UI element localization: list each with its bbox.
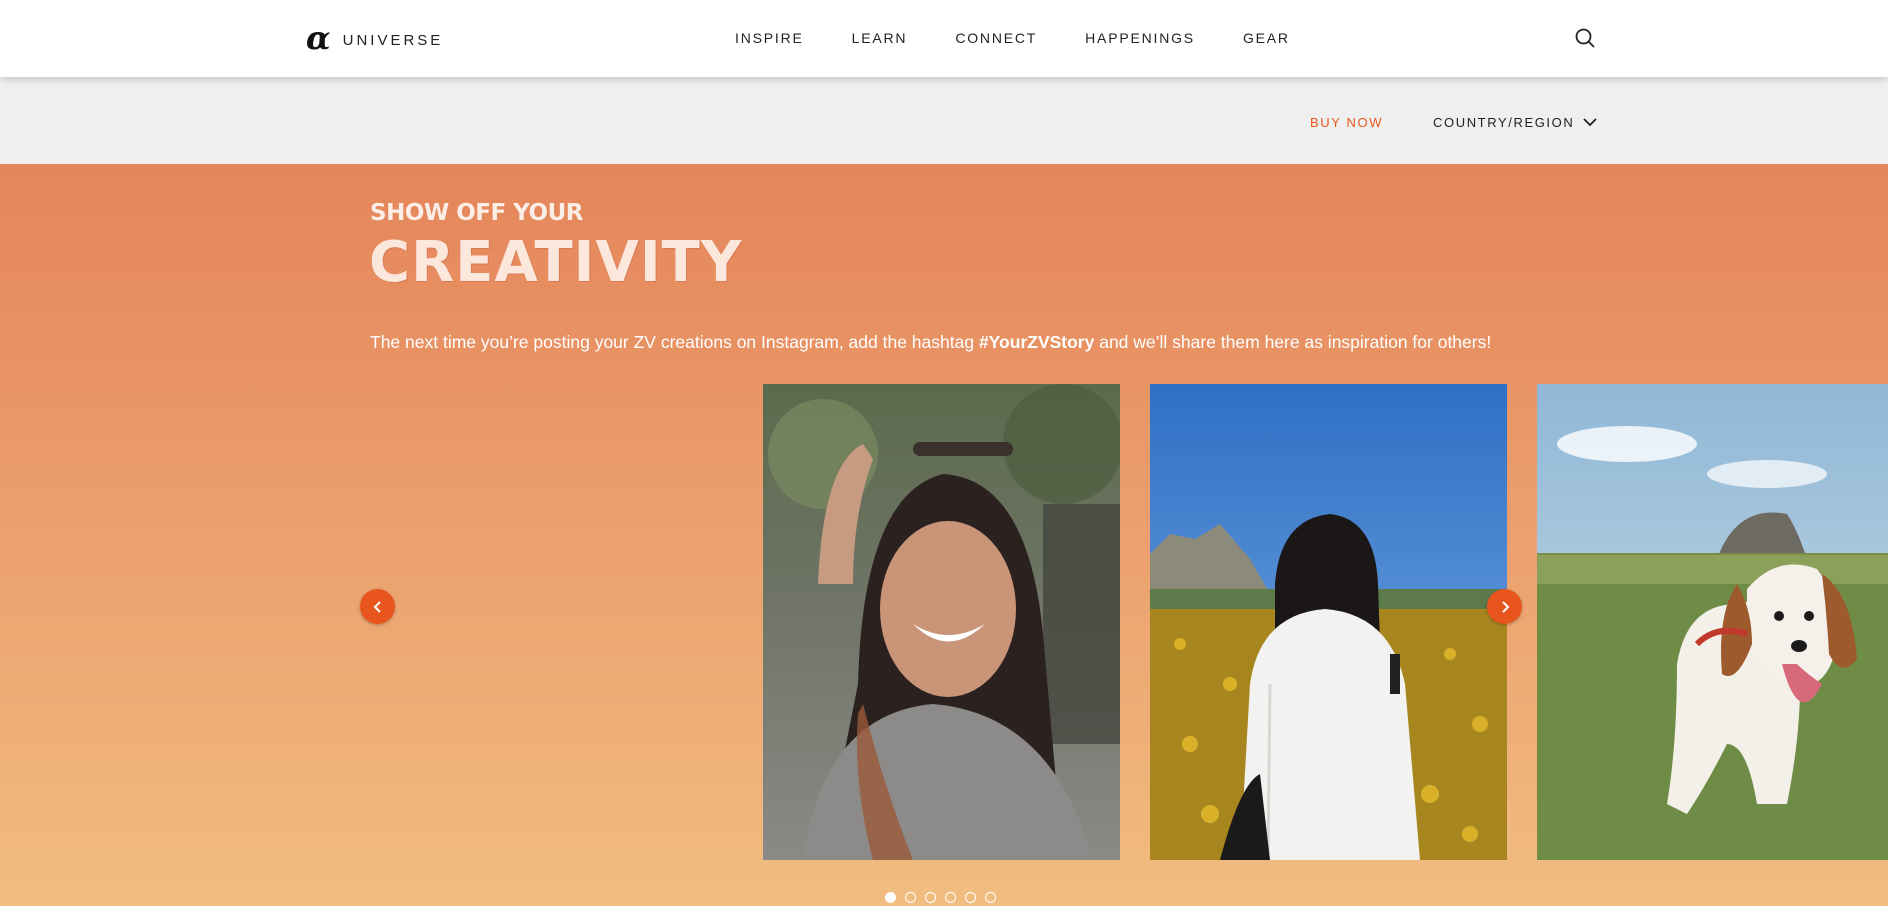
country-region-label: COUNTRY/REGION [1433, 115, 1575, 130]
hero-description-after: and we’ll share them here as inspiration… [1094, 332, 1492, 352]
alpha-logo-mark: α [306, 19, 331, 57]
nav-link-inspire[interactable]: INSPIRE [735, 30, 804, 46]
carousel-card-dog[interactable] [1537, 384, 1888, 860]
nav-link-learn[interactable]: LEARN [852, 30, 908, 46]
hero-description: The next time you’re posting your ZV cre… [370, 332, 1491, 353]
hero-description-before: The next time you’re posting your ZV cre… [370, 332, 979, 352]
sub-navigation: BUY NOW COUNTRY/REGION [0, 77, 1888, 164]
search-icon[interactable] [1573, 26, 1597, 50]
chevron-right-icon [1501, 600, 1509, 613]
alpha-universe-logo[interactable]: α UNIVERSE [306, 19, 444, 57]
carousel-dot-1[interactable] [885, 892, 896, 903]
hero-headline: CREATIVITY [369, 230, 743, 295]
nav-link-connect[interactable]: CONNECT [955, 30, 1037, 46]
logo-text: UNIVERSE [342, 31, 444, 49]
main-nav: INSPIRE LEARN CONNECT HAPPENINGS GEAR [735, 30, 1290, 46]
carousel-card-portrait[interactable] [763, 384, 1120, 860]
carousel-dot-6[interactable] [985, 892, 996, 903]
hero-section: SHOW OFF YOUR CREATIVITY The next time y… [0, 164, 1888, 906]
chevron-down-icon [1583, 118, 1597, 127]
top-navigation: α UNIVERSE INSPIRE LEARN CONNECT HAPPENI… [0, 0, 1888, 77]
portrait-image [763, 384, 1120, 860]
buy-now-link[interactable]: BUY NOW [1310, 115, 1383, 130]
hashtag: #YourZVStory [978, 332, 1095, 352]
nav-link-happenings[interactable]: HAPPENINGS [1085, 30, 1195, 46]
carousel-pagination [885, 892, 996, 903]
nav-link-gear[interactable]: GEAR [1243, 30, 1290, 46]
carousel-dot-3[interactable] [925, 892, 936, 903]
hero-kicker: SHOW OFF YOUR [370, 200, 584, 226]
dog-image [1537, 384, 1888, 860]
country-region-dropdown[interactable]: COUNTRY/REGION [1433, 115, 1597, 130]
field-image [1150, 384, 1507, 860]
chevron-left-icon [373, 600, 381, 613]
carousel-dot-2[interactable] [905, 892, 916, 903]
carousel-dot-4[interactable] [945, 892, 956, 903]
carousel-card-field[interactable] [1150, 384, 1507, 860]
carousel-next-button[interactable] [1487, 589, 1522, 624]
carousel-prev-button[interactable] [360, 589, 395, 624]
carousel-dot-5[interactable] [965, 892, 976, 903]
